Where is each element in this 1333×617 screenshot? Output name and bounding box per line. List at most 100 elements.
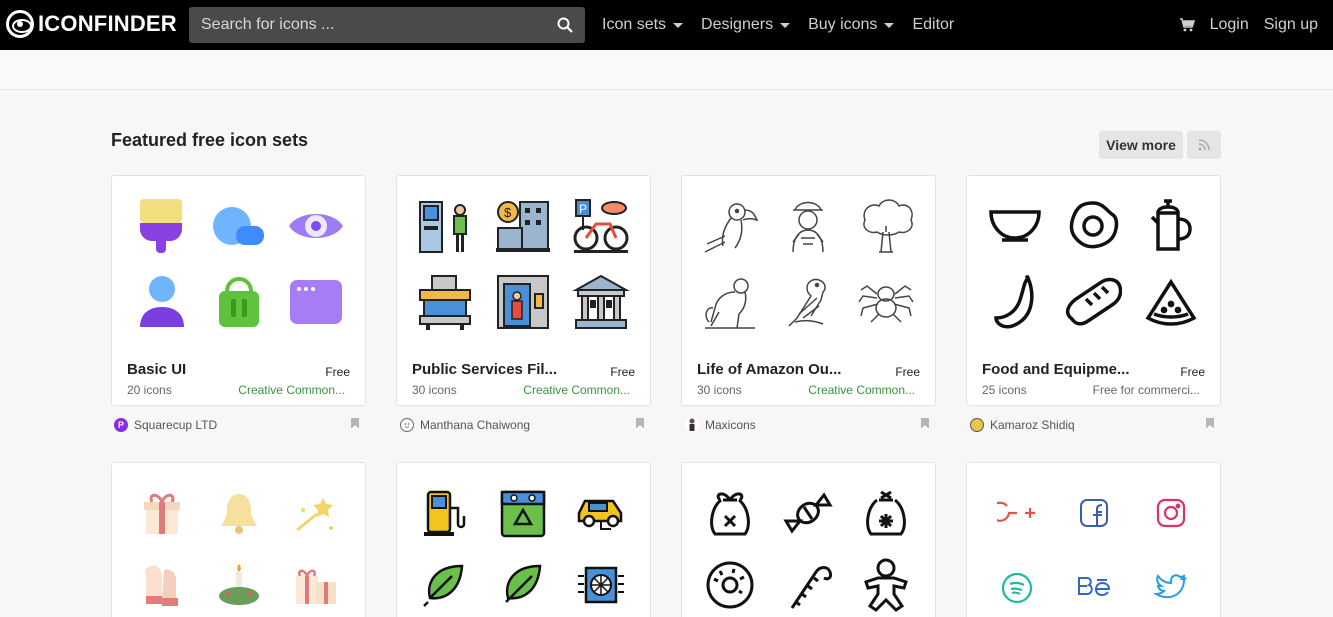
coffee-pot-icon	[1141, 196, 1201, 256]
candy-cane-icon	[778, 555, 838, 615]
bookmark-icon[interactable]	[921, 418, 929, 429]
icon-set-card[interactable]	[396, 462, 651, 617]
icon-set-card[interactable]	[966, 462, 1221, 617]
card-icon-count: 20 icons	[127, 383, 172, 397]
leaf-plug-icon	[415, 555, 475, 615]
bowl-icon	[985, 196, 1045, 256]
section-title: Featured free icon sets	[111, 130, 309, 150]
watermelon-icon	[1141, 272, 1201, 332]
card-price: Free	[895, 365, 920, 379]
nav-icon-sets[interactable]: Icon sets	[602, 16, 684, 34]
login-link[interactable]: Login	[1210, 16, 1249, 34]
svg-text:P: P	[579, 202, 587, 216]
mittens-icon	[132, 555, 192, 615]
candle-wreath-icon	[209, 555, 269, 615]
spotify-icon	[987, 558, 1047, 617]
nav-editor-label: Editor	[912, 16, 955, 33]
card-icon-count: 30 icons	[412, 383, 457, 397]
tree-icon	[856, 196, 916, 256]
parking-bicycle-icon: P	[571, 196, 631, 256]
eye-icon	[286, 196, 346, 256]
card-price: Free	[1180, 365, 1205, 379]
gingerbread-man-icon	[856, 555, 916, 615]
nav-buy-icons-label: Buy icons	[808, 16, 878, 33]
bookmark-icon[interactable]	[1206, 418, 1214, 429]
caret-down-icon	[884, 22, 895, 28]
author-avatar	[400, 418, 414, 432]
bookmark-icon[interactable]	[636, 418, 644, 429]
card-license[interactable]: Creative Common...	[523, 383, 630, 397]
caret-down-icon	[673, 22, 684, 28]
author-link[interactable]: P Squarecup LTD	[114, 418, 217, 432]
santa-sack-icon	[700, 483, 760, 543]
monkey-icon	[700, 272, 760, 332]
indigenous-person-icon	[778, 196, 838, 256]
bell-icon	[209, 483, 269, 543]
facebook-icon	[1064, 483, 1124, 543]
card-title[interactable]: Life of Amazon Ou...	[697, 361, 841, 378]
bookmark-icon[interactable]	[351, 418, 359, 429]
card-price: Free	[325, 365, 350, 379]
bank-building-icon: $	[493, 196, 553, 256]
icon-set-card[interactable]	[111, 462, 366, 617]
nav-buy-icons[interactable]: Buy icons	[808, 16, 895, 34]
icon-set-card[interactable]	[681, 462, 936, 617]
cart-icon[interactable]	[1179, 17, 1195, 33]
author-name: Maxicons	[705, 418, 756, 432]
electric-car-icon	[571, 483, 631, 543]
icon-set-card[interactable]: $ P Public Services Fil... Free 30 icons…	[396, 175, 651, 406]
top-navbar: ICONFINDER Icon sets Designers Buy icons…	[0, 0, 1333, 50]
twitter-icon	[1141, 558, 1201, 617]
icon-preview-grid: $ P	[397, 176, 650, 351]
nav-right: Login Sign up	[1179, 0, 1318, 50]
icon-preview-grid	[967, 176, 1220, 351]
banana-icon	[985, 272, 1045, 332]
nav-icon-sets-label: Icon sets	[602, 16, 667, 33]
card-title[interactable]: Food and Equipme...	[982, 361, 1130, 378]
caret-down-icon	[780, 22, 791, 28]
card-icon-count: 30 icons	[697, 383, 742, 397]
icon-preview-grid	[682, 176, 935, 351]
author-avatar	[685, 418, 699, 432]
cash-register-icon	[415, 272, 475, 332]
author-link[interactable]: Kamaroz Shidiq	[970, 418, 1075, 432]
view-more-button[interactable]: View more	[1099, 131, 1183, 159]
main-nav: Icon sets Designers Buy icons Editor	[602, 0, 972, 50]
candy-icon	[778, 483, 838, 543]
card-license[interactable]: Creative Common...	[808, 383, 915, 397]
card-license[interactable]: Creative Common...	[238, 383, 345, 397]
icon-set-card[interactable]: Life of Amazon Ou... Free 30 icons Creat…	[681, 175, 936, 406]
icon-set-card[interactable]: Basic UI Free 20 icons Creative Common..…	[111, 175, 366, 406]
icon-preview-grid	[112, 176, 365, 351]
rss-icon	[1198, 139, 1210, 151]
card-title[interactable]: Basic UI	[127, 361, 186, 378]
instagram-icon	[1141, 483, 1201, 543]
sub-bar	[0, 50, 1333, 90]
card-license[interactable]: Free for commerci...	[1093, 383, 1200, 397]
rss-button[interactable]	[1187, 131, 1221, 159]
fried-egg-icon	[1063, 196, 1123, 256]
icon-set-card[interactable]: Food and Equipme... Free 25 icons Free f…	[966, 175, 1221, 406]
behance-icon	[1064, 558, 1124, 617]
card-icon-count: 25 icons	[982, 383, 1027, 397]
card-title[interactable]: Public Services Fil...	[412, 361, 557, 378]
parrot-icon	[778, 272, 838, 332]
iconfinder-logo[interactable]: ICONFINDER	[6, 10, 177, 38]
author-name: Kamaroz Shidiq	[990, 418, 1075, 432]
search-input[interactable]	[189, 16, 545, 34]
search-icon[interactable]	[545, 17, 585, 33]
paint-roller-icon	[131, 196, 191, 256]
donut-icon	[700, 555, 760, 615]
author-link[interactable]: Manthana Chaiwong	[400, 418, 530, 432]
author-link[interactable]: Maxicons	[685, 418, 756, 432]
shooting-star-icon	[286, 483, 346, 543]
eye-logo-icon	[6, 10, 34, 38]
gift-bag-snowflake-icon	[856, 483, 916, 543]
leaf-icon	[493, 555, 553, 615]
nav-editor[interactable]: Editor	[912, 16, 954, 34]
bread-icon	[1063, 272, 1123, 332]
signup-link[interactable]: Sign up	[1264, 16, 1318, 34]
nav-designers[interactable]: Designers	[701, 16, 791, 34]
gift-box-icon	[132, 483, 192, 543]
gifts-icon	[286, 555, 346, 615]
